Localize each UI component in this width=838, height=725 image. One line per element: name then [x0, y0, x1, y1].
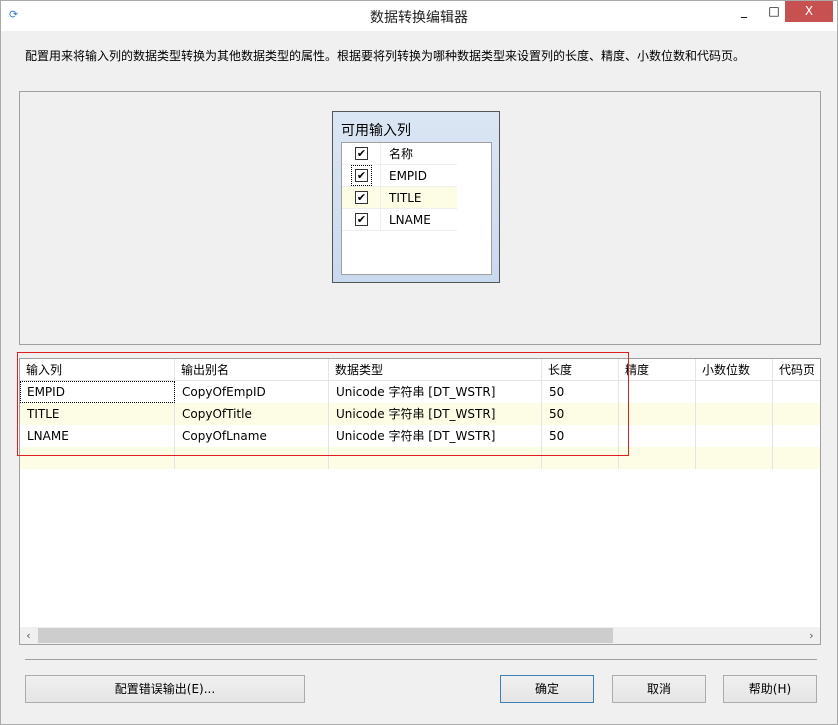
scroll-left-icon[interactable]: ‹: [20, 627, 37, 644]
column-name: TITLE: [380, 187, 457, 209]
list-header: ✔ 名称: [342, 143, 457, 165]
title-bar: ⟳ 数据转换编辑器 _ □ X: [1, 1, 837, 31]
cancel-button[interactable]: 取消: [612, 675, 706, 703]
available-columns-title: 可用输入列: [341, 123, 411, 139]
window-title: 数据转换编辑器: [370, 10, 468, 26]
scale-cell[interactable]: [696, 381, 773, 403]
configure-error-output-button[interactable]: 配置错误输出(E)...: [25, 675, 305, 703]
codepage-cell[interactable]: [773, 403, 820, 425]
empty-cell[interactable]: [619, 447, 696, 469]
scale-cell[interactable]: [696, 403, 773, 425]
name-header: 名称: [380, 143, 457, 165]
minimize-button[interactable]: _: [731, 1, 757, 22]
help-button[interactable]: 帮助(H): [723, 675, 817, 703]
precision-cell[interactable]: [619, 425, 696, 447]
precision-cell[interactable]: [619, 403, 696, 425]
column-checkbox[interactable]: ✔: [355, 213, 368, 226]
column-checkbox[interactable]: ✔: [355, 191, 368, 204]
column-header[interactable]: 精度: [619, 359, 696, 381]
dialog-window: ⟳ 数据转换编辑器 _ □ X 配置用来将输入列的数据类型转换为其他数据类型的属…: [0, 0, 838, 725]
list-item[interactable]: ✔ TITLE: [342, 187, 457, 209]
divider: [25, 659, 817, 660]
column-name: EMPID: [380, 165, 457, 187]
list-item[interactable]: ✔ LNAME: [342, 209, 457, 231]
description-text: 配置用来将输入列的数据类型转换为其他数据类型的属性。根据要将列转换为哪种数据类型…: [25, 49, 746, 63]
codepage-cell[interactable]: [773, 381, 820, 403]
ok-button[interactable]: 确定: [500, 675, 594, 703]
available-columns-box: 可用输入列 ✔ 名称 ✔ EMPID ✔ TITLE ✔ LNAME: [332, 111, 500, 283]
scale-cell[interactable]: [696, 425, 773, 447]
horizontal-scrollbar[interactable]: ‹ ›: [20, 627, 820, 644]
scroll-right-icon[interactable]: ›: [803, 627, 820, 644]
available-columns-list: ✔ 名称 ✔ EMPID ✔ TITLE ✔ LNAME: [341, 142, 492, 275]
maximize-button[interactable]: □: [761, 1, 787, 22]
column-header[interactable]: 代码页: [773, 359, 820, 381]
codepage-cell[interactable]: [773, 425, 820, 447]
close-button[interactable]: X: [785, 1, 833, 22]
precision-cell[interactable]: [619, 381, 696, 403]
column-name: LNAME: [380, 209, 457, 231]
highlight-annotation: [17, 352, 629, 456]
select-all-checkbox[interactable]: ✔: [355, 147, 368, 160]
column-checkbox[interactable]: ✔: [351, 165, 372, 186]
scrollbar-thumb[interactable]: [38, 628, 613, 643]
column-header[interactable]: 小数位数: [696, 359, 773, 381]
empty-cell[interactable]: [773, 447, 820, 469]
list-item[interactable]: ✔ EMPID: [342, 165, 457, 187]
empty-cell[interactable]: [696, 447, 773, 469]
